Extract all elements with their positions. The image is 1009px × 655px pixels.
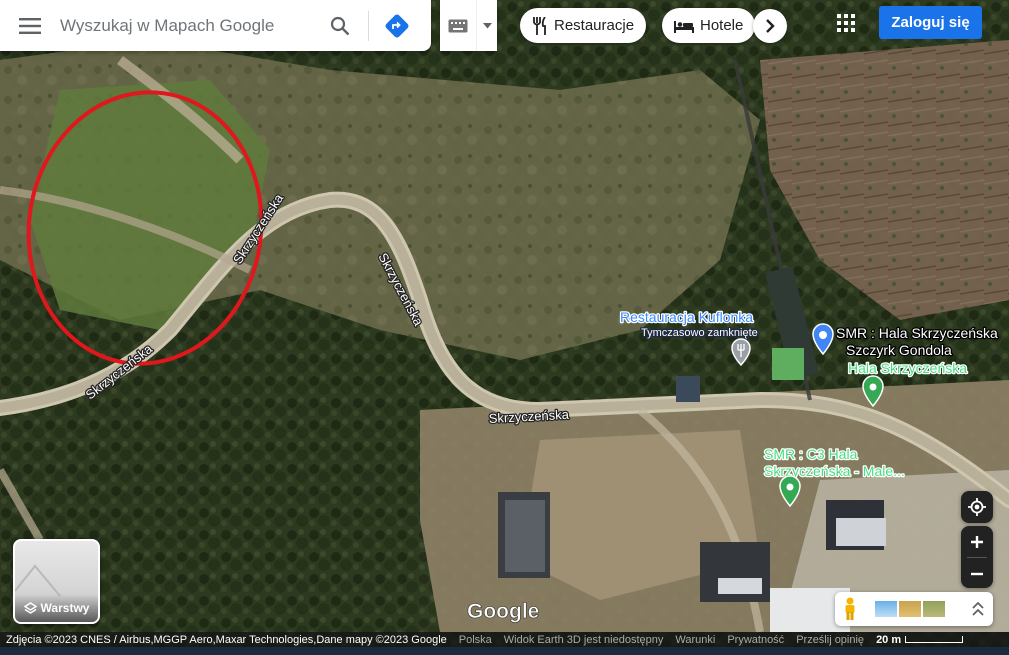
gondola-subtitle[interactable]: Szczyrk Gondola <box>845 341 954 360</box>
attribution-bar: Zdjęcia ©2023 CNES / Airbus,MGGP Aero,Ma… <box>0 632 1009 647</box>
thumbnail-field[interactable] <box>899 601 921 617</box>
country-link[interactable]: Polska <box>453 634 498 646</box>
privacy-link[interactable]: Prywatność <box>721 634 790 646</box>
search-icon <box>330 16 350 35</box>
layers-label-row: Warstwy <box>15 594 98 622</box>
expand-imagery-button[interactable] <box>963 592 993 626</box>
chip-label: Restauracje <box>554 17 635 34</box>
hala-name[interactable]: Hala Skrzyczeńska <box>847 359 969 378</box>
chevron-right-icon <box>766 19 775 33</box>
fork-knife-icon <box>533 16 546 35</box>
layers-icon <box>23 601 37 614</box>
layers-button[interactable]: Warstwy <box>13 539 100 624</box>
sign-in-button[interactable]: Zaloguj się <box>879 6 982 39</box>
layers-thumbnail <box>15 564 61 597</box>
directions-icon <box>385 14 409 37</box>
directions-button[interactable] <box>375 0 419 51</box>
plus-icon <box>971 535 983 548</box>
double-chevron-up-icon <box>972 602 984 616</box>
search-button[interactable] <box>318 0 362 51</box>
apps-grid-icon <box>837 14 855 32</box>
thumbnail-meadow[interactable] <box>923 601 945 617</box>
satellite-map[interactable]: Skrzyczeńska Skrzyczeńska Skrzyczeńska S… <box>0 0 1009 655</box>
zoom-out-button[interactable] <box>961 558 993 589</box>
apps-button[interactable] <box>830 7 862 39</box>
layers-label: Warstwy <box>40 601 90 615</box>
input-tools-dropdown[interactable] <box>476 0 497 51</box>
zoom-controls <box>961 526 993 588</box>
caret-down-icon <box>482 22 492 28</box>
search-input[interactable] <box>60 5 310 46</box>
bed-icon <box>674 20 694 33</box>
pegman-icon <box>845 597 855 620</box>
gondola-name[interactable]: SMR : Hala Skrzyczeńska <box>835 324 1000 343</box>
keyboard-icon <box>448 19 468 32</box>
chip-restaurants[interactable]: Restauracje <box>520 8 647 43</box>
keyboard-button[interactable] <box>440 0 476 51</box>
input-tools <box>440 0 497 51</box>
street-view-bar <box>835 592 993 626</box>
divider <box>368 10 369 41</box>
pegman-button[interactable] <box>835 592 865 626</box>
earth3d-link[interactable]: Widok Earth 3D jest niedostępny <box>498 634 670 646</box>
minus-icon <box>971 572 983 575</box>
chips-next-button[interactable] <box>753 9 787 43</box>
zoom-in-button[interactable] <box>961 526 993 557</box>
scale-label: 20 m <box>876 633 902 646</box>
chip-label: Hotele <box>700 17 744 34</box>
restaurant-status: Tymczasowo zamknięte <box>641 327 758 339</box>
terms-link[interactable]: Warunki <box>669 634 721 646</box>
feedback-link[interactable]: Prześlij opinię <box>790 634 870 646</box>
google-logo: Google <box>467 600 539 623</box>
imagery-thumbnails <box>875 601 945 617</box>
menu-button[interactable] <box>0 0 60 51</box>
restaurant-name[interactable]: Restauracja Kuflonka <box>619 308 755 327</box>
os-taskbar <box>0 647 1009 655</box>
my-location-icon <box>968 498 986 516</box>
c3-name[interactable]: SMR : C3 Hala <box>763 445 859 464</box>
imagery-attribution: Zdjęcia ©2023 CNES / Airbus,MGGP Aero,Ma… <box>6 633 447 646</box>
search-box <box>0 0 431 51</box>
chip-hotels[interactable]: Hotele <box>662 8 756 43</box>
thumbnail-blue[interactable] <box>875 601 897 617</box>
my-location-button[interactable] <box>961 491 993 523</box>
hamburger-icon <box>19 17 41 34</box>
scale-bar <box>905 636 964 643</box>
scale-control[interactable]: 20 m <box>876 633 964 646</box>
